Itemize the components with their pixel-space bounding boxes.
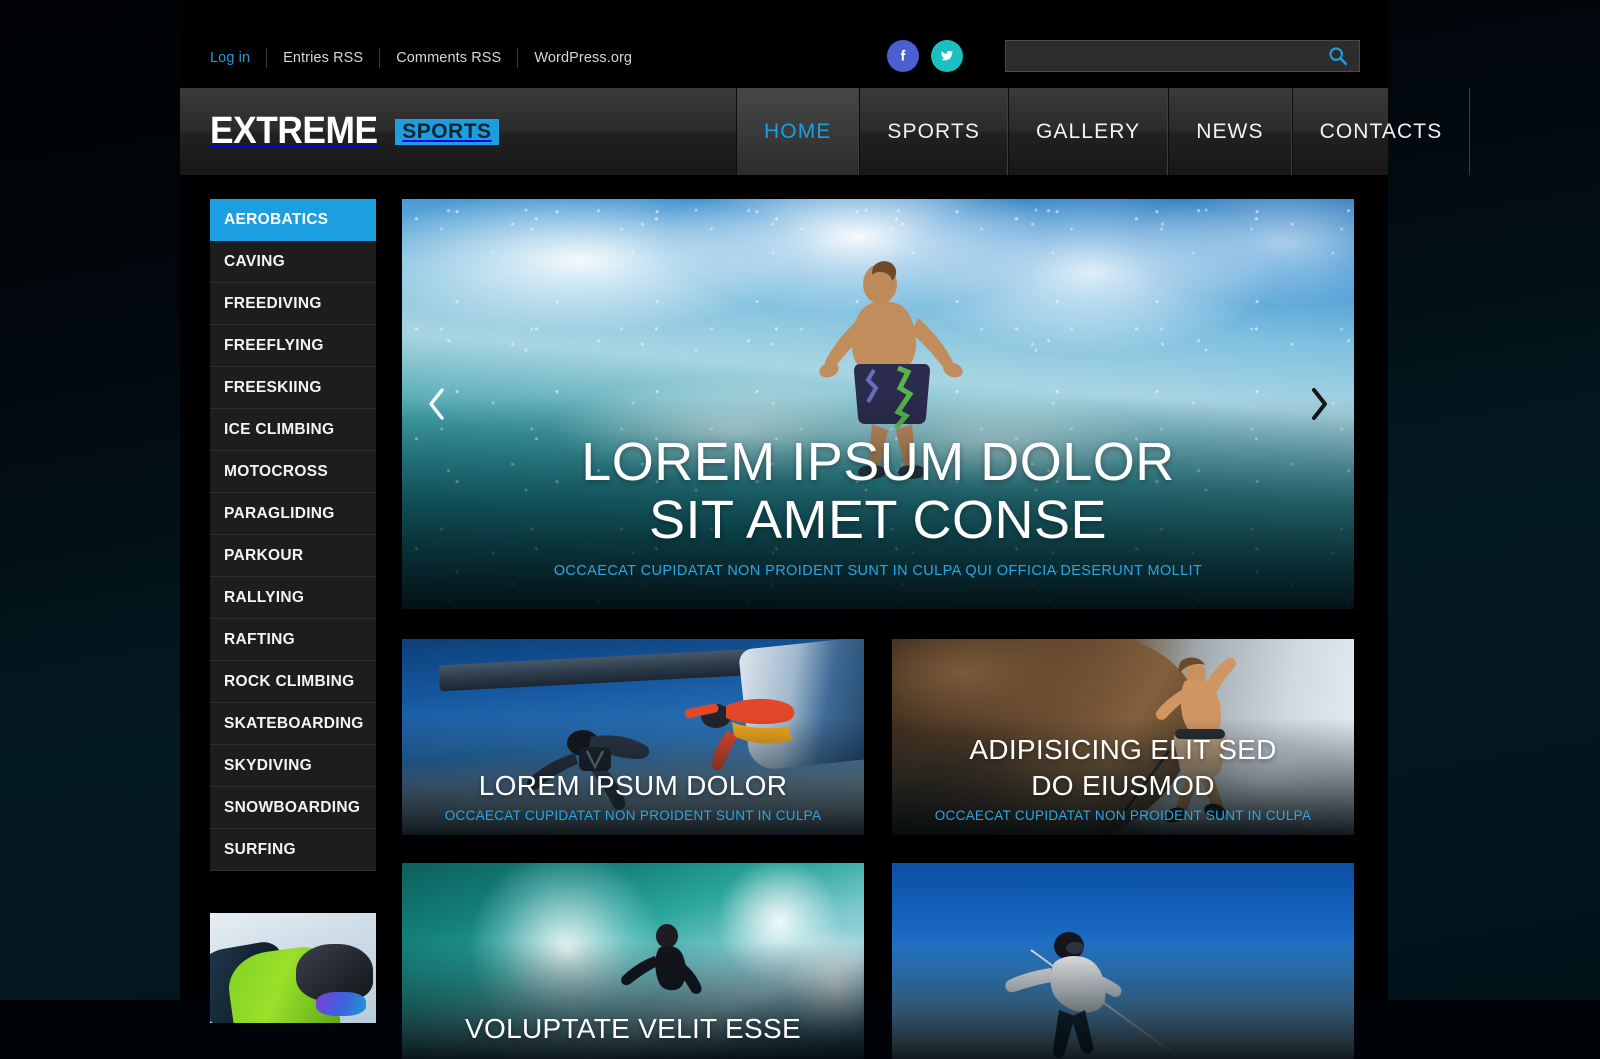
meta-links: Log in Entries RSS Comments RSS WordPres… [210,45,648,71]
nav-item-contacts[interactable]: CONTACTS [1291,88,1471,175]
main-column: LOREM IPSUM DOLOR SIT AMET CONSE OCCAECA… [402,199,1360,1059]
card-subtitle: OCCAECAT CUPIDATAT NON PROIDENT SUNT IN … [934,808,1312,823]
utility-bar: Log in Entries RSS Comments RSS WordPres… [180,0,1388,88]
site-container: Log in Entries RSS Comments RSS WordPres… [180,0,1471,1059]
logo[interactable]: EXTREME SPORTS [180,88,736,175]
nav-item-gallery[interactable]: GALLERY [1007,88,1169,175]
facebook-icon[interactable] [887,40,919,72]
sidebar-item-paragliding[interactable]: PARAGLIDING [210,493,376,535]
meta-link-wordpress-org[interactable]: WordPress.org [518,47,648,69]
sports-category-menu: AEROBATICS CAVING FREEDIVING FREEFLYING … [210,199,376,871]
hero-caption: LOREM IPSUM DOLOR SIT AMET CONSE OCCAECA… [402,433,1354,579]
card-title: VOLUPTATE VELIT ESSE [465,1013,801,1044]
card-caption: VOLUPTATE VELIT ESSE [402,1011,864,1047]
nav-item-news[interactable]: NEWS [1168,88,1292,175]
chevron-right-icon [1312,388,1327,420]
sidebar-item-freeflying[interactable]: FREEFLYING [210,325,376,367]
sidebar-item-rallying[interactable]: RALLYING [210,577,376,619]
card-freeskiing[interactable] [892,863,1354,1059]
snowboarder-photo [210,913,376,1023]
card-title-line2: DO EIUSMOD [1031,770,1215,801]
chevron-left-icon [429,388,444,420]
sidebar: AEROBATICS CAVING FREEDIVING FREEFLYING … [210,199,376,1059]
sidebar-item-rafting[interactable]: RAFTING [210,619,376,661]
sidebar-item-motocross[interactable]: MOTOCROSS [210,451,376,493]
hero-prev-button[interactable] [420,381,454,427]
search-button[interactable] [1317,41,1359,71]
sidebar-item-freeskiing[interactable]: FREESKIING [210,367,376,409]
card-caption: ADIPISICING ELIT SED DO EIUSMOD OCCAECAT… [892,732,1354,823]
logo-badge: SPORTS [395,118,499,145]
site-header: EXTREME SPORTS HOME SPORTS GALLERY NEWS … [180,88,1471,175]
meta-link-login[interactable]: Log in [210,47,266,69]
sidebar-item-ice-climbing[interactable]: ICE CLIMBING [210,409,376,451]
meta-link-comments-rss[interactable]: Comments RSS [380,47,517,69]
hero-slider[interactable]: LOREM IPSUM DOLOR SIT AMET CONSE OCCAECA… [402,199,1354,609]
search-icon [1329,47,1348,66]
meta-link-entries-rss[interactable]: Entries RSS [267,47,379,69]
main-nav: HOME SPORTS GALLERY NEWS CONTACTS [736,88,1471,175]
nav-item-home[interactable]: HOME [736,88,860,175]
hero-subtitle: OCCAECAT CUPIDATAT NON PROIDENT SUNT IN … [553,563,1203,579]
card-caption: LOREM IPSUM DOLOR OCCAECAT CUPIDATAT NON… [402,768,864,823]
card-skydiving[interactable]: LOREM IPSUM DOLOR OCCAECAT CUPIDATAT NON… [402,639,864,835]
hero-title-line1: LOREM IPSUM DOLOR [581,432,1175,492]
sidebar-item-caving[interactable]: CAVING [210,241,376,283]
card-title: LOREM IPSUM DOLOR [478,770,788,801]
hero-title-line2: SIT AMET CONSE [648,490,1108,550]
sidebar-item-rock-climbing[interactable]: ROCK CLIMBING [210,661,376,703]
search-input[interactable] [1006,41,1317,71]
sidebar-item-skydiving[interactable]: SKYDIVING [210,745,376,787]
card-rock-climbing[interactable]: ADIPISICING ELIT SED DO EIUSMOD OCCAECAT… [892,639,1354,835]
content-area: AEROBATICS CAVING FREEDIVING FREEFLYING … [180,175,1388,1059]
nav-item-sports[interactable]: SPORTS [859,88,1008,175]
topbar-right [887,40,1360,72]
sidebar-item-skateboarding[interactable]: SKATEBOARDING [210,703,376,745]
card-subtitle: OCCAECAT CUPIDATAT NON PROIDENT SUNT IN … [444,808,822,823]
sidebar-promo-image[interactable] [210,913,376,1023]
sidebar-item-freediving[interactable]: FREEDIVING [210,283,376,325]
logo-text: EXTREME [210,110,378,152]
sidebar-item-parkour[interactable]: PARKOUR [210,535,376,577]
twitter-icon[interactable] [931,40,963,72]
sidebar-item-surfing[interactable]: SURFING [210,829,376,871]
card-gradient [892,863,1354,1059]
search-form[interactable] [1005,40,1360,72]
hero-next-button[interactable] [1302,381,1336,427]
card-title-line1: ADIPISICING ELIT SED [969,734,1277,765]
featured-cards-grid: LOREM IPSUM DOLOR OCCAECAT CUPIDATAT NON… [402,639,1360,1059]
sidebar-item-snowboarding[interactable]: SNOWBOARDING [210,787,376,829]
card-surfing[interactable]: VOLUPTATE VELIT ESSE [402,863,864,1059]
sidebar-item-aerobatics[interactable]: AEROBATICS [210,199,376,241]
